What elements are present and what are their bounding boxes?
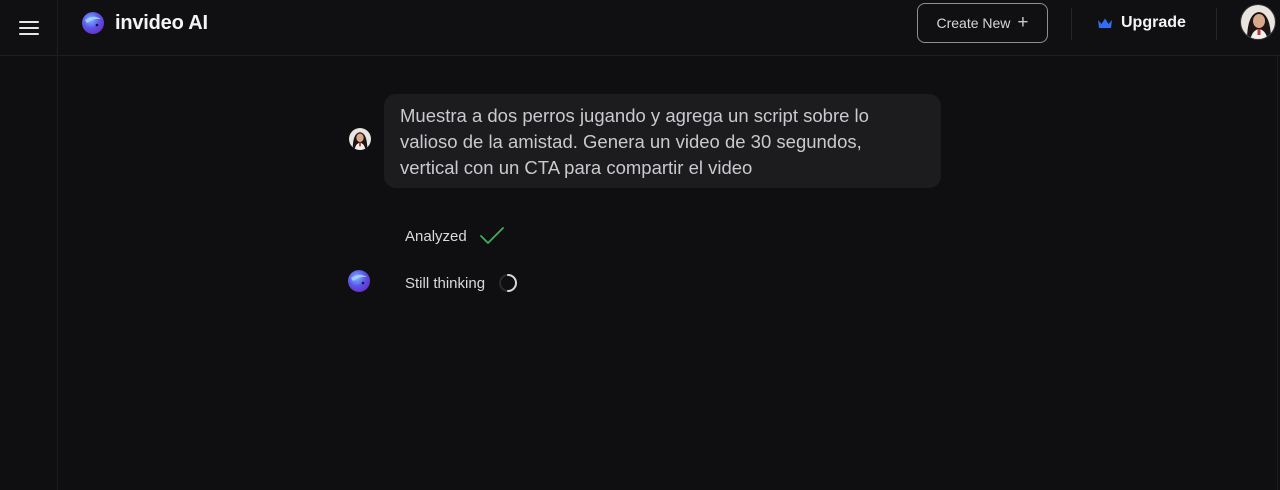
user-message-bubble: Muestra a dos perros jugando y agrega un… [384,94,941,188]
header-divider [1216,8,1217,40]
upgrade-label: Upgrade [1121,14,1186,31]
create-new-label: Create New [936,15,1011,31]
invideo-logo-icon [82,12,104,34]
brand[interactable]: invideo AI [80,10,208,36]
status-thinking: Still thinking [405,271,519,295]
header-divider [1071,8,1072,40]
sidebar-divider [57,56,58,490]
status-analyzed: Analyzed [405,224,505,248]
create-new-button[interactable]: Create New + [917,3,1048,43]
avatar-image [349,128,371,150]
avatar-image [1241,5,1275,39]
spinner-icon [499,274,518,292]
hamburger-icon [18,20,39,36]
upgrade-button[interactable]: Upgrade [1097,10,1186,36]
checkmark-icon [479,227,504,244]
status-label: Analyzed [405,227,467,245]
crown-icon [1098,18,1112,28]
user-message-avatar [349,128,371,150]
right-divider [1277,56,1278,490]
top-bar: invideo AI Create New + Upgrade [0,0,1280,56]
brand-name: invideo AI [115,11,208,34]
user-message-text: Muestra a dos perros jugando y agrega un… [400,105,869,178]
plus-icon: + [1017,11,1029,33]
status-label: Still thinking [405,274,486,292]
ai-assistant-avatar-icon [348,270,370,292]
hamburger-menu-button[interactable] [0,0,58,56]
profile-avatar[interactable] [1240,4,1276,40]
